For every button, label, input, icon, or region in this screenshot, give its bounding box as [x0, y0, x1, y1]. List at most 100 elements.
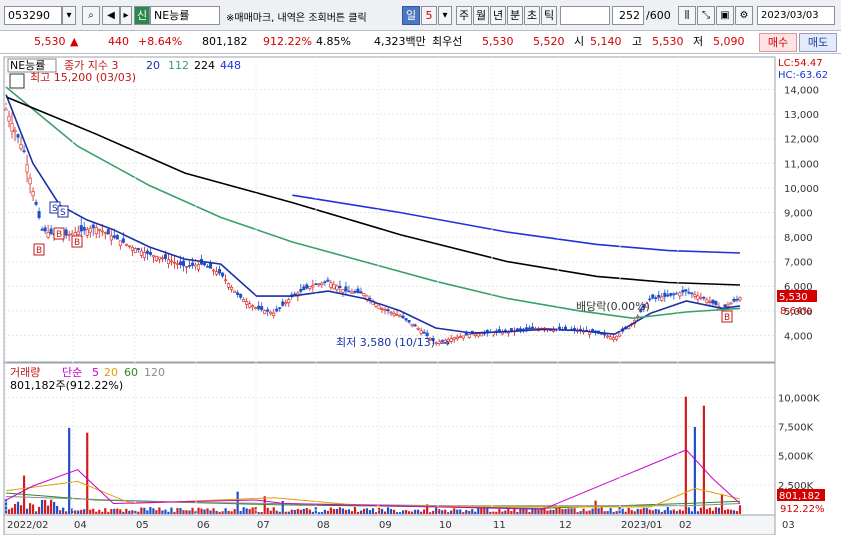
candle-body — [732, 298, 736, 302]
open-price: 5,140 — [590, 35, 622, 48]
save-icon[interactable]: ▣ — [716, 6, 734, 25]
chart-area[interactable]: 4,0005,0006,0007,0008,0009,00010,00011,0… — [0, 54, 841, 535]
candle-body — [479, 333, 483, 337]
chevron-icon[interactable]: ▸ — [120, 6, 132, 25]
volume-bar — [50, 499, 53, 514]
period-tick-button[interactable]: 틱 — [541, 6, 557, 25]
low-arrow-icon: → — [440, 336, 450, 350]
price-axis: 4,0005,0006,0007,0008,0009,00010,00011,0… — [784, 86, 819, 343]
candle-body — [338, 285, 342, 289]
volume-tag: 801,182 — [779, 491, 820, 502]
period-dropdown-icon[interactable]: ▾ — [438, 6, 452, 25]
period-minute-value[interactable]: 5 — [421, 6, 437, 25]
candle-body — [401, 315, 405, 319]
date-input[interactable]: 2023/03/03 — [757, 6, 835, 25]
volume-bar — [347, 509, 351, 514]
volume-bar — [549, 509, 552, 514]
period-extra-field[interactable] — [560, 6, 610, 25]
volume-bar — [47, 505, 50, 514]
candle-body — [245, 301, 249, 305]
candle-body — [218, 269, 222, 274]
volume-bar — [672, 509, 675, 514]
candle-body — [79, 225, 83, 232]
volume-bar — [62, 507, 65, 514]
candle-body — [654, 297, 658, 300]
volume-bar — [203, 509, 206, 514]
volume-bar — [630, 510, 633, 514]
date-tick-label: 06 — [197, 520, 210, 531]
search-icon[interactable]: ⌕ — [82, 6, 100, 25]
volume-bar — [140, 507, 143, 514]
volume-bar — [260, 511, 263, 514]
candle-body — [392, 313, 396, 316]
volume-bar — [332, 509, 335, 514]
period-week-button[interactable]: 주 — [456, 6, 472, 25]
date-tick-label: 05 — [136, 520, 149, 531]
candle-body — [236, 292, 240, 296]
candle-body — [191, 262, 195, 266]
volume-bar — [732, 510, 736, 514]
candle-body — [404, 318, 408, 321]
date-tick-label: 10 — [439, 520, 452, 531]
sell-button[interactable]: 매도 — [799, 33, 837, 52]
candle-body — [320, 282, 324, 286]
candle-body — [606, 335, 610, 338]
volume-bar — [621, 508, 624, 514]
volume-bar — [269, 510, 272, 514]
notice-text: ※매매마크, 내역은 조회버튼 클릭 — [226, 13, 367, 24]
volume-bar — [492, 511, 495, 514]
stock-code-input[interactable]: 053290 — [4, 6, 62, 25]
period-year-button[interactable]: 년 — [490, 6, 506, 25]
stock-name-field[interactable]: NE능률 — [150, 6, 220, 25]
candle-body — [215, 271, 219, 275]
volume-ratio: 912.22% — [263, 35, 312, 48]
candle-body — [25, 164, 29, 173]
volume-bar — [738, 505, 742, 514]
volume-bar — [146, 510, 149, 514]
candle-body — [657, 294, 661, 298]
sound-icon[interactable]: ◀ — [102, 6, 120, 25]
period-minute-button[interactable]: 분 — [507, 6, 523, 25]
volume-bar — [284, 511, 287, 514]
volume-bar — [504, 510, 507, 514]
candle-body — [615, 335, 619, 340]
candle-body — [100, 230, 104, 233]
volume-bar — [7, 509, 11, 514]
volume-bar — [344, 510, 348, 514]
volume-bar — [705, 509, 709, 514]
candle-body — [308, 286, 312, 290]
settings-icon[interactable]: ⚙ — [735, 6, 753, 25]
period-month-button[interactable]: 월 — [473, 6, 489, 25]
candle-body — [64, 229, 68, 236]
period-second-button[interactable]: 초 — [524, 6, 540, 25]
candle-body — [88, 228, 92, 233]
dropdown-arrow-icon[interactable]: ▾ — [62, 6, 76, 25]
volume-bar — [633, 511, 636, 514]
volume-bar — [603, 511, 606, 514]
volume-bar — [329, 507, 332, 514]
volume-bar — [627, 507, 630, 514]
volume-bar — [371, 508, 375, 514]
indicator-icon[interactable]: ⤡ — [697, 6, 715, 25]
volume-bar — [209, 510, 212, 514]
low-price: 5,090 — [713, 35, 745, 48]
best-ask-price: 5,530 — [482, 35, 514, 48]
candle-body — [151, 255, 155, 258]
volume-bar — [555, 507, 558, 514]
volume-bar — [128, 510, 131, 514]
candle-body — [702, 297, 706, 299]
period-day-button[interactable]: 일 — [402, 6, 420, 25]
volume-bar — [28, 503, 32, 514]
candle-type-icon[interactable]: ⫼ — [678, 6, 696, 25]
volume-bar — [645, 508, 648, 514]
candle-body — [518, 328, 522, 331]
candle-body — [85, 229, 89, 236]
volume-bar — [167, 511, 170, 514]
volume-ma-60: 60 — [124, 366, 138, 379]
volume-bar — [95, 511, 98, 514]
candle-body — [227, 283, 231, 288]
buy-button[interactable]: 매수 — [759, 33, 797, 52]
volume-bar — [368, 510, 372, 514]
volume-bar — [44, 499, 47, 514]
data-count-input[interactable]: 252 — [612, 6, 644, 25]
